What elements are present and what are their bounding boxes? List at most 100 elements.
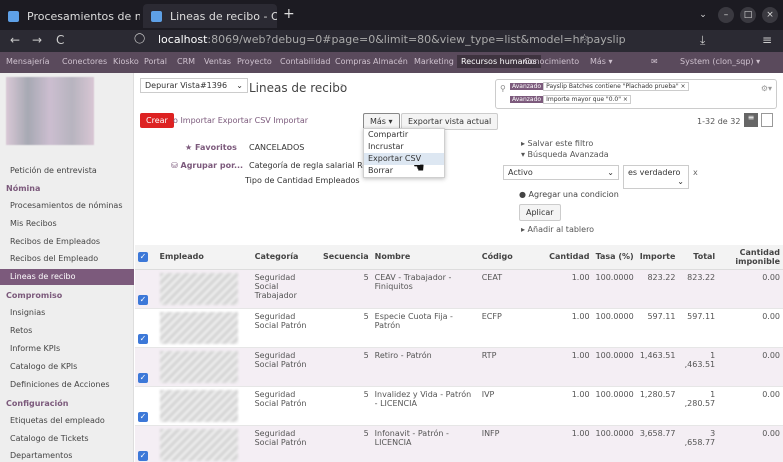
save-filter-link[interactable]: ▸ Salvar este filtro xyxy=(521,139,593,148)
back-icon[interactable]: ← xyxy=(10,33,20,47)
col-cantidad[interactable]: Cantidad xyxy=(546,245,593,270)
sidebar-item-mis-recibos[interactable]: Mis Recibos xyxy=(10,219,57,228)
menu-conocimiento[interactable]: Conocimiento xyxy=(524,57,579,66)
cell-codigo: INFP xyxy=(478,425,547,462)
col-codigo[interactable]: Código xyxy=(478,245,547,270)
check-icon: ✓ xyxy=(138,251,148,262)
table-row[interactable]: ✓ Seguridad Social Patrón 5 Especie Cuot… xyxy=(135,308,783,348)
menu-almacen[interactable]: Almacén xyxy=(373,57,408,66)
menu-crm[interactable]: CRM xyxy=(177,57,195,66)
bookmark-star-icon[interactable]: ☆ xyxy=(580,33,589,44)
col-tasa[interactable]: Tasa (%) xyxy=(592,245,637,270)
search-facet: Avanzado Payslip Batches contiene "Placha… xyxy=(510,82,689,91)
sidebar-item-departamentos[interactable]: Departamentos xyxy=(10,451,72,460)
sidebar-item-procesamientos[interactable]: Procesamientos de nóminas xyxy=(10,201,123,210)
row-checkbox[interactable]: ✓ xyxy=(135,425,157,462)
col-categoria[interactable]: Categoría xyxy=(251,245,321,270)
col-cantidad-imponible[interactable]: Cantidad imponible xyxy=(718,245,783,270)
close-window-icon[interactable]: × xyxy=(762,7,778,23)
advanced-search-link[interactable]: ▾ Búsqueda Avanzada xyxy=(521,150,609,159)
reload-icon[interactable]: C xyxy=(56,33,64,47)
row-checkbox[interactable]: ✓ xyxy=(135,386,157,426)
debug-view-select[interactable]: Depurar Vista#1396 ⌄ xyxy=(140,78,248,93)
user-menu[interactable]: System (clon_sqp) ▾ xyxy=(680,57,760,66)
sidebar-item-catalogo-kpis[interactable]: Catalogo de KPIs xyxy=(10,362,77,371)
menu-portal[interactable]: Portal xyxy=(144,57,167,66)
agrupar-button[interactable]: ⛁ Agrupar por... xyxy=(171,161,243,170)
sidebar-item-informe-kpis[interactable]: Informe KPIs xyxy=(10,344,60,353)
row-checkbox[interactable]: ✓ xyxy=(135,269,157,309)
maximize-icon[interactable]: □ xyxy=(740,7,756,23)
search-input[interactable]: ⚲ Avanzado Payslip Batches contiene "Plac… xyxy=(495,79,777,109)
menu-kiosko[interactable]: Kiosko xyxy=(113,57,139,66)
col-total[interactable]: Total xyxy=(678,245,719,270)
col-nombre[interactable]: Nombre xyxy=(371,245,479,270)
browser-tab-active[interactable]: Lineas de recibo - Oper × xyxy=(143,4,277,28)
sidebar-item-recibos-empleado[interactable]: Recibos del Empleado xyxy=(10,254,98,263)
sidebar-item-peticion[interactable]: Petición de entrevista xyxy=(10,166,97,175)
cell-cantidad: 1.00 xyxy=(546,386,593,426)
filter-field-value: Activo xyxy=(508,168,533,177)
downloads-icon[interactable]: ⤓ xyxy=(700,33,705,48)
cell-imponible: 0.00 xyxy=(718,347,783,387)
address-input[interactable]: localhost:8069/web?debug=0#page=0&limit=… xyxy=(158,33,626,46)
browser-tab[interactable]: Procesamientos de nóm × xyxy=(0,4,140,28)
add-dashboard-link[interactable]: ▸ Añadir al tablero xyxy=(521,225,594,234)
menu-item-compartir[interactable]: Compartir xyxy=(364,129,444,141)
group-by-options[interactable]: Categoría de regla salarial Regla xyxy=(249,161,380,170)
facet-value[interactable]: Payslip Batches contiene "Plachado prueb… xyxy=(543,82,689,91)
col-importe[interactable]: Importe xyxy=(636,245,679,270)
filter-field-select[interactable]: Activo ⌄ xyxy=(503,165,619,180)
row-checkbox[interactable]: ✓ xyxy=(135,308,157,348)
sidebar-item-etiquetas[interactable]: Etiquetas del empleado xyxy=(10,416,105,425)
forward-icon[interactable]: → xyxy=(32,33,42,47)
col-secuencia[interactable]: Secuencia xyxy=(320,245,372,270)
menu-contabilidad[interactable]: Contabilidad xyxy=(280,57,330,66)
table-row[interactable]: ✓ Seguridad Social Patrón 5 Invalidez y … xyxy=(135,386,783,426)
tab-list-icon[interactable]: ⌄ xyxy=(695,7,711,23)
menu-icon[interactable]: ≡ xyxy=(762,33,772,47)
select-all-checkbox[interactable]: ✓ xyxy=(135,245,157,270)
apply-button[interactable]: Aplicar xyxy=(519,204,561,221)
sidebar-item-catalogo-tickets[interactable]: Catalogo de Tickets xyxy=(10,434,89,443)
import-export-links[interactable]: o Importar Exportar CSV Importar xyxy=(173,116,308,125)
menu-item-borrar[interactable]: Borrar xyxy=(364,165,444,177)
menu-ventas[interactable]: Ventas xyxy=(204,57,231,66)
group-by-options-2[interactable]: Tipo de Cantidad Empleados xyxy=(245,176,360,185)
help-icon[interactable]: ? xyxy=(340,83,344,92)
menu-conectores[interactable]: Conectores xyxy=(62,57,107,66)
sidebar-item-insignias[interactable]: Insignias xyxy=(10,308,45,317)
table-row[interactable]: ✓ Seguridad Social Trabajador 5 CEAV - T… xyxy=(135,269,783,309)
menu-item-incrustar[interactable]: Incrustar xyxy=(364,141,444,153)
mail-icon[interactable]: ✉ xyxy=(651,57,658,66)
facet-tag: Avanzado xyxy=(510,96,544,103)
menu-compras[interactable]: Compras xyxy=(335,57,371,66)
check-icon: ✓ xyxy=(138,372,148,383)
list-view-icon[interactable]: ≡ xyxy=(744,113,758,127)
add-condition-link[interactable]: ● Agregar una condicion xyxy=(519,190,619,199)
form-view-icon[interactable] xyxy=(761,113,773,127)
facet-value[interactable]: Importe mayor que "0.0" × xyxy=(543,95,631,104)
create-button[interactable]: Crear xyxy=(140,113,174,128)
row-checkbox[interactable]: ✓ xyxy=(135,347,157,387)
new-tab-button[interactable]: + xyxy=(283,6,295,22)
filter-cancelados[interactable]: CANCELADOS xyxy=(249,143,304,152)
table-row[interactable]: ✓ Seguridad Social Patrón 5 Retiro - Pat… xyxy=(135,347,783,387)
search-options-icon[interactable]: ⚙▾ xyxy=(761,84,772,93)
menu-mensajeria[interactable]: Mensajería xyxy=(6,57,50,66)
menu-mas[interactable]: Más ▾ xyxy=(590,57,613,66)
check-icon: ✓ xyxy=(138,450,148,461)
sidebar-item-definiciones[interactable]: Definiciones de Acciones xyxy=(10,380,110,389)
favoritos-button[interactable]: ★ Favoritos xyxy=(185,143,237,152)
menu-item-exportar-csv[interactable]: Exportar CSV xyxy=(364,153,444,165)
table-row[interactable]: ✓ Seguridad Social Patrón 5 Infonavit - … xyxy=(135,425,783,462)
filter-operator-select[interactable]: es verdadero ⌄ xyxy=(623,165,689,189)
remove-condition-icon[interactable]: x xyxy=(693,168,698,177)
menu-marketing[interactable]: Marketing xyxy=(414,57,454,66)
col-empleado[interactable]: Empleado xyxy=(156,245,252,270)
sidebar-item-retos[interactable]: Retos xyxy=(10,326,32,335)
sidebar-item-recibos-empleados[interactable]: Recibos de Empleados xyxy=(10,237,100,246)
menu-proyecto[interactable]: Proyecto xyxy=(237,57,272,66)
minimize-icon[interactable]: – xyxy=(718,7,734,23)
sidebar-item-lineas-recibo[interactable]: Lineas de recibo xyxy=(10,272,75,281)
